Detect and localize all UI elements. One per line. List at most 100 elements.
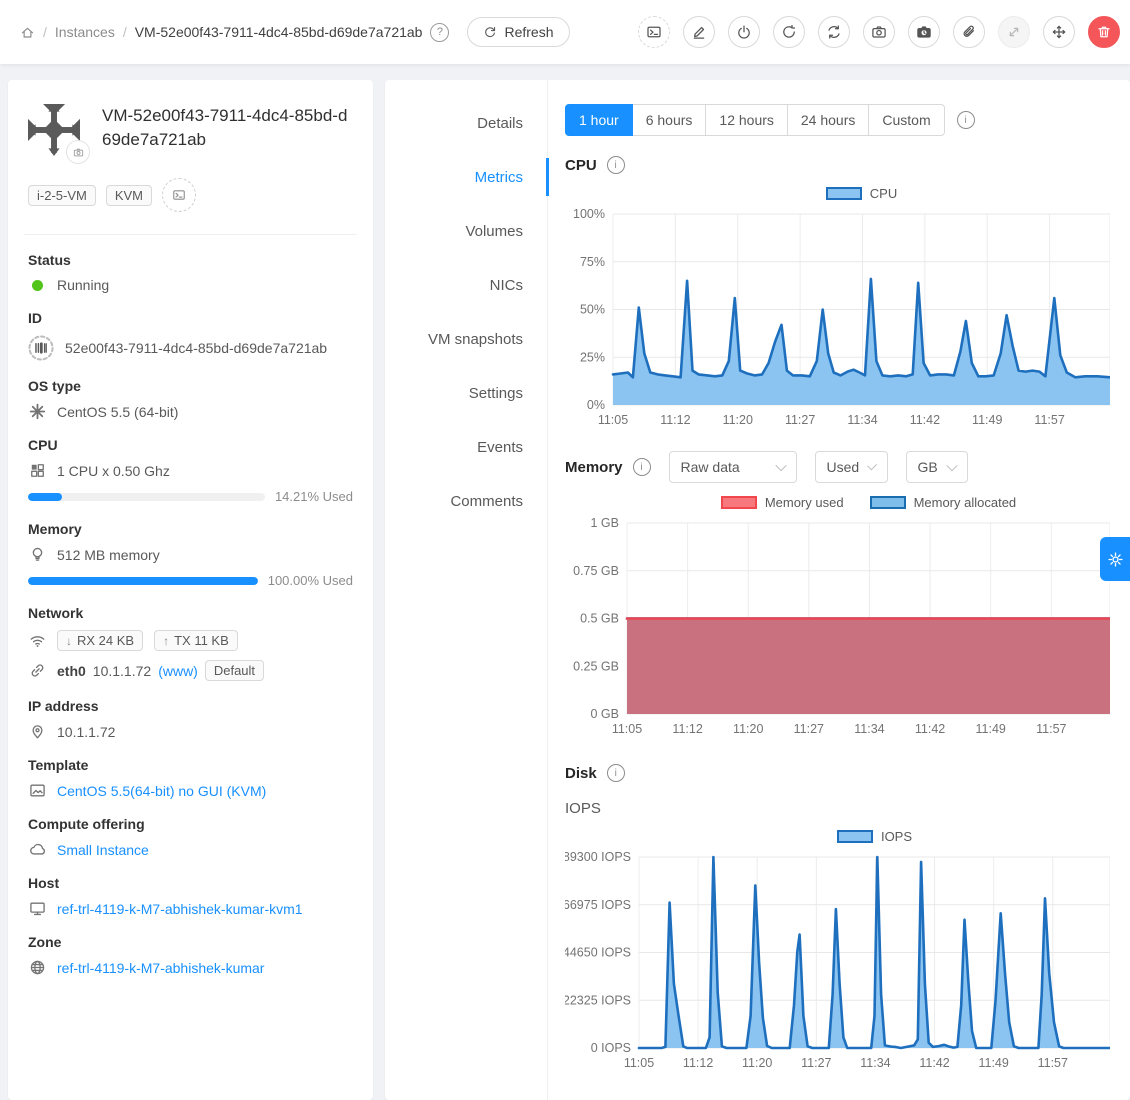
field-label: Network	[28, 605, 353, 621]
snapshot-icon	[73, 147, 84, 158]
chart-legend: CPU	[613, 182, 1110, 204]
nic-network-link[interactable]: (www)	[158, 663, 198, 679]
memory-select-1[interactable]: Used	[815, 451, 888, 483]
stop-icon	[736, 24, 752, 40]
legend-swatch	[721, 496, 757, 509]
svg-text:11:05: 11:05	[598, 413, 628, 427]
usage-progress: 100.00% Used	[28, 573, 353, 588]
legend-item[interactable]: Memory used	[721, 495, 844, 510]
cpu-icon	[28, 462, 46, 479]
tab-events[interactable]: Events	[385, 420, 547, 474]
info-icon[interactable]: i	[607, 156, 625, 174]
svg-text:44650 IOPS: 44650 IOPS	[565, 946, 631, 960]
action-toolbar	[638, 16, 1120, 48]
svg-text:100%: 100%	[573, 207, 605, 221]
svg-text:0 IOPS: 0 IOPS	[591, 1041, 631, 1055]
metrics-content: 1 hour6 hours12 hours24 hoursCustomiCPUi…	[548, 80, 1130, 1100]
help-icon[interactable]: ?	[430, 23, 449, 42]
field-label: IP address	[28, 698, 353, 714]
field-link[interactable]: ref-trl-4119-k-M7-abhishek-kumar	[57, 960, 264, 976]
field-link[interactable]: CentOS 5.5(64-bit) no GUI (KVM)	[57, 783, 266, 799]
reboot-button[interactable]	[773, 16, 805, 48]
stop-button[interactable]	[728, 16, 760, 48]
console-icon	[172, 188, 186, 202]
time-range-1-hour[interactable]: 1 hour	[565, 104, 633, 136]
tab-details[interactable]: Details	[385, 96, 547, 150]
svg-text:0.25 GB: 0.25 GB	[573, 659, 619, 673]
legend-item[interactable]: IOPS	[837, 829, 912, 844]
progress-note: 14.21% Used	[275, 489, 353, 504]
up-arrow-icon: ↑	[163, 634, 169, 648]
tab-settings[interactable]: Settings	[385, 366, 547, 420]
rx-tag: ↓RX 24 KB	[57, 630, 143, 651]
progress-track	[28, 577, 258, 585]
recurring-snapshot-button[interactable]	[908, 16, 940, 48]
field-row: 10.1.1.72	[28, 723, 353, 740]
svg-text:11:42: 11:42	[910, 413, 940, 427]
cloud-icon	[29, 841, 46, 858]
time-range-6-hours[interactable]: 6 hours	[632, 104, 707, 136]
info-icon[interactable]: i	[633, 458, 651, 476]
svg-text:50%: 50%	[580, 303, 605, 317]
tab-nics[interactable]: NICs	[385, 258, 547, 312]
progress-fill	[28, 493, 62, 501]
svg-text:75%: 75%	[580, 255, 605, 269]
svg-text:11:20: 11:20	[733, 722, 763, 736]
tab-volumes[interactable]: Volumes	[385, 204, 547, 258]
svg-text:11:12: 11:12	[683, 1056, 713, 1070]
svg-text:11:57: 11:57	[1036, 722, 1066, 736]
legend-item[interactable]: Memory allocated	[870, 495, 1017, 510]
pin-icon	[28, 723, 46, 740]
time-range-custom[interactable]: Custom	[868, 104, 944, 136]
info-icon[interactable]: i	[957, 111, 975, 129]
barcode-icon	[28, 335, 54, 361]
breadcrumb-item: VM-52e00f43-7911-4dc4-85bd-d69de7a721ab	[135, 24, 423, 40]
svg-text:11:12: 11:12	[660, 413, 690, 427]
tab-comments[interactable]: Comments	[385, 474, 547, 528]
time-range-12-hours[interactable]: 12 hours	[705, 104, 787, 136]
svg-text:11:34: 11:34	[860, 1056, 890, 1070]
tab-metrics[interactable]: Metrics	[385, 150, 547, 204]
attach-iso-button[interactable]	[953, 16, 985, 48]
snapshot-button[interactable]	[863, 16, 895, 48]
memory-select-2[interactable]: GB	[906, 451, 968, 483]
destroy-button[interactable]	[1088, 16, 1120, 48]
info-icon[interactable]: i	[607, 764, 625, 782]
time-range-24-hours[interactable]: 24 hours	[787, 104, 869, 136]
memory-select-0[interactable]: Raw data	[669, 451, 797, 483]
cpu-icon	[29, 462, 46, 479]
svg-text:22325 IOPS: 22325 IOPS	[565, 993, 631, 1007]
legend-label: Memory used	[765, 495, 844, 510]
settings-drawer-toggle[interactable]	[1100, 537, 1130, 581]
field-row: 512 MB memory	[28, 546, 353, 563]
svg-text:11:05: 11:05	[612, 722, 642, 736]
svg-text:11:20: 11:20	[742, 1056, 772, 1070]
breadcrumb-item[interactable]: Instances	[55, 24, 115, 40]
console-button[interactable]	[638, 16, 670, 48]
field-compute-offering: Compute offeringSmall Instance	[28, 816, 353, 858]
home-icon[interactable]	[20, 25, 35, 40]
os-icon	[28, 403, 46, 420]
migrate-button[interactable]	[1043, 16, 1075, 48]
link-icon	[28, 662, 46, 679]
field-os-type: OS typeCentOS 5.5 (64-bit)	[28, 378, 353, 420]
breadcrumb-separator: /	[43, 24, 47, 40]
field-link[interactable]: Small Instance	[57, 842, 149, 858]
field-link[interactable]: ref-trl-4119-k-M7-abhishek-kumar-kvm1	[57, 901, 303, 917]
monitor-icon	[28, 900, 46, 917]
iops-chart: 0 IOPS22325 IOPS44650 IOPS66975 IOPS8930…	[565, 847, 1110, 1074]
wifi-icon	[29, 632, 46, 649]
reinstall-button[interactable]	[818, 16, 850, 48]
tab-vm-snapshots[interactable]: VM snapshots	[385, 312, 547, 366]
usage-progress: 14.21% Used	[28, 489, 353, 504]
field-label: Template	[28, 757, 353, 773]
field-row: ↓RX 24 KB ↑ TX 11 KB	[28, 630, 353, 651]
scale-button[interactable]	[998, 16, 1030, 48]
svg-text:11:42: 11:42	[919, 1056, 949, 1070]
field-network: Network↓RX 24 KB↑TX 11 KBeth010.1.1.72(w…	[28, 605, 353, 681]
refresh-button[interactable]: Refresh	[467, 17, 569, 47]
console-tag-button[interactable]	[162, 178, 196, 212]
edit-button[interactable]	[683, 16, 715, 48]
tag-label: TX 11 KB	[174, 633, 229, 648]
legend-item[interactable]: CPU	[826, 186, 897, 201]
